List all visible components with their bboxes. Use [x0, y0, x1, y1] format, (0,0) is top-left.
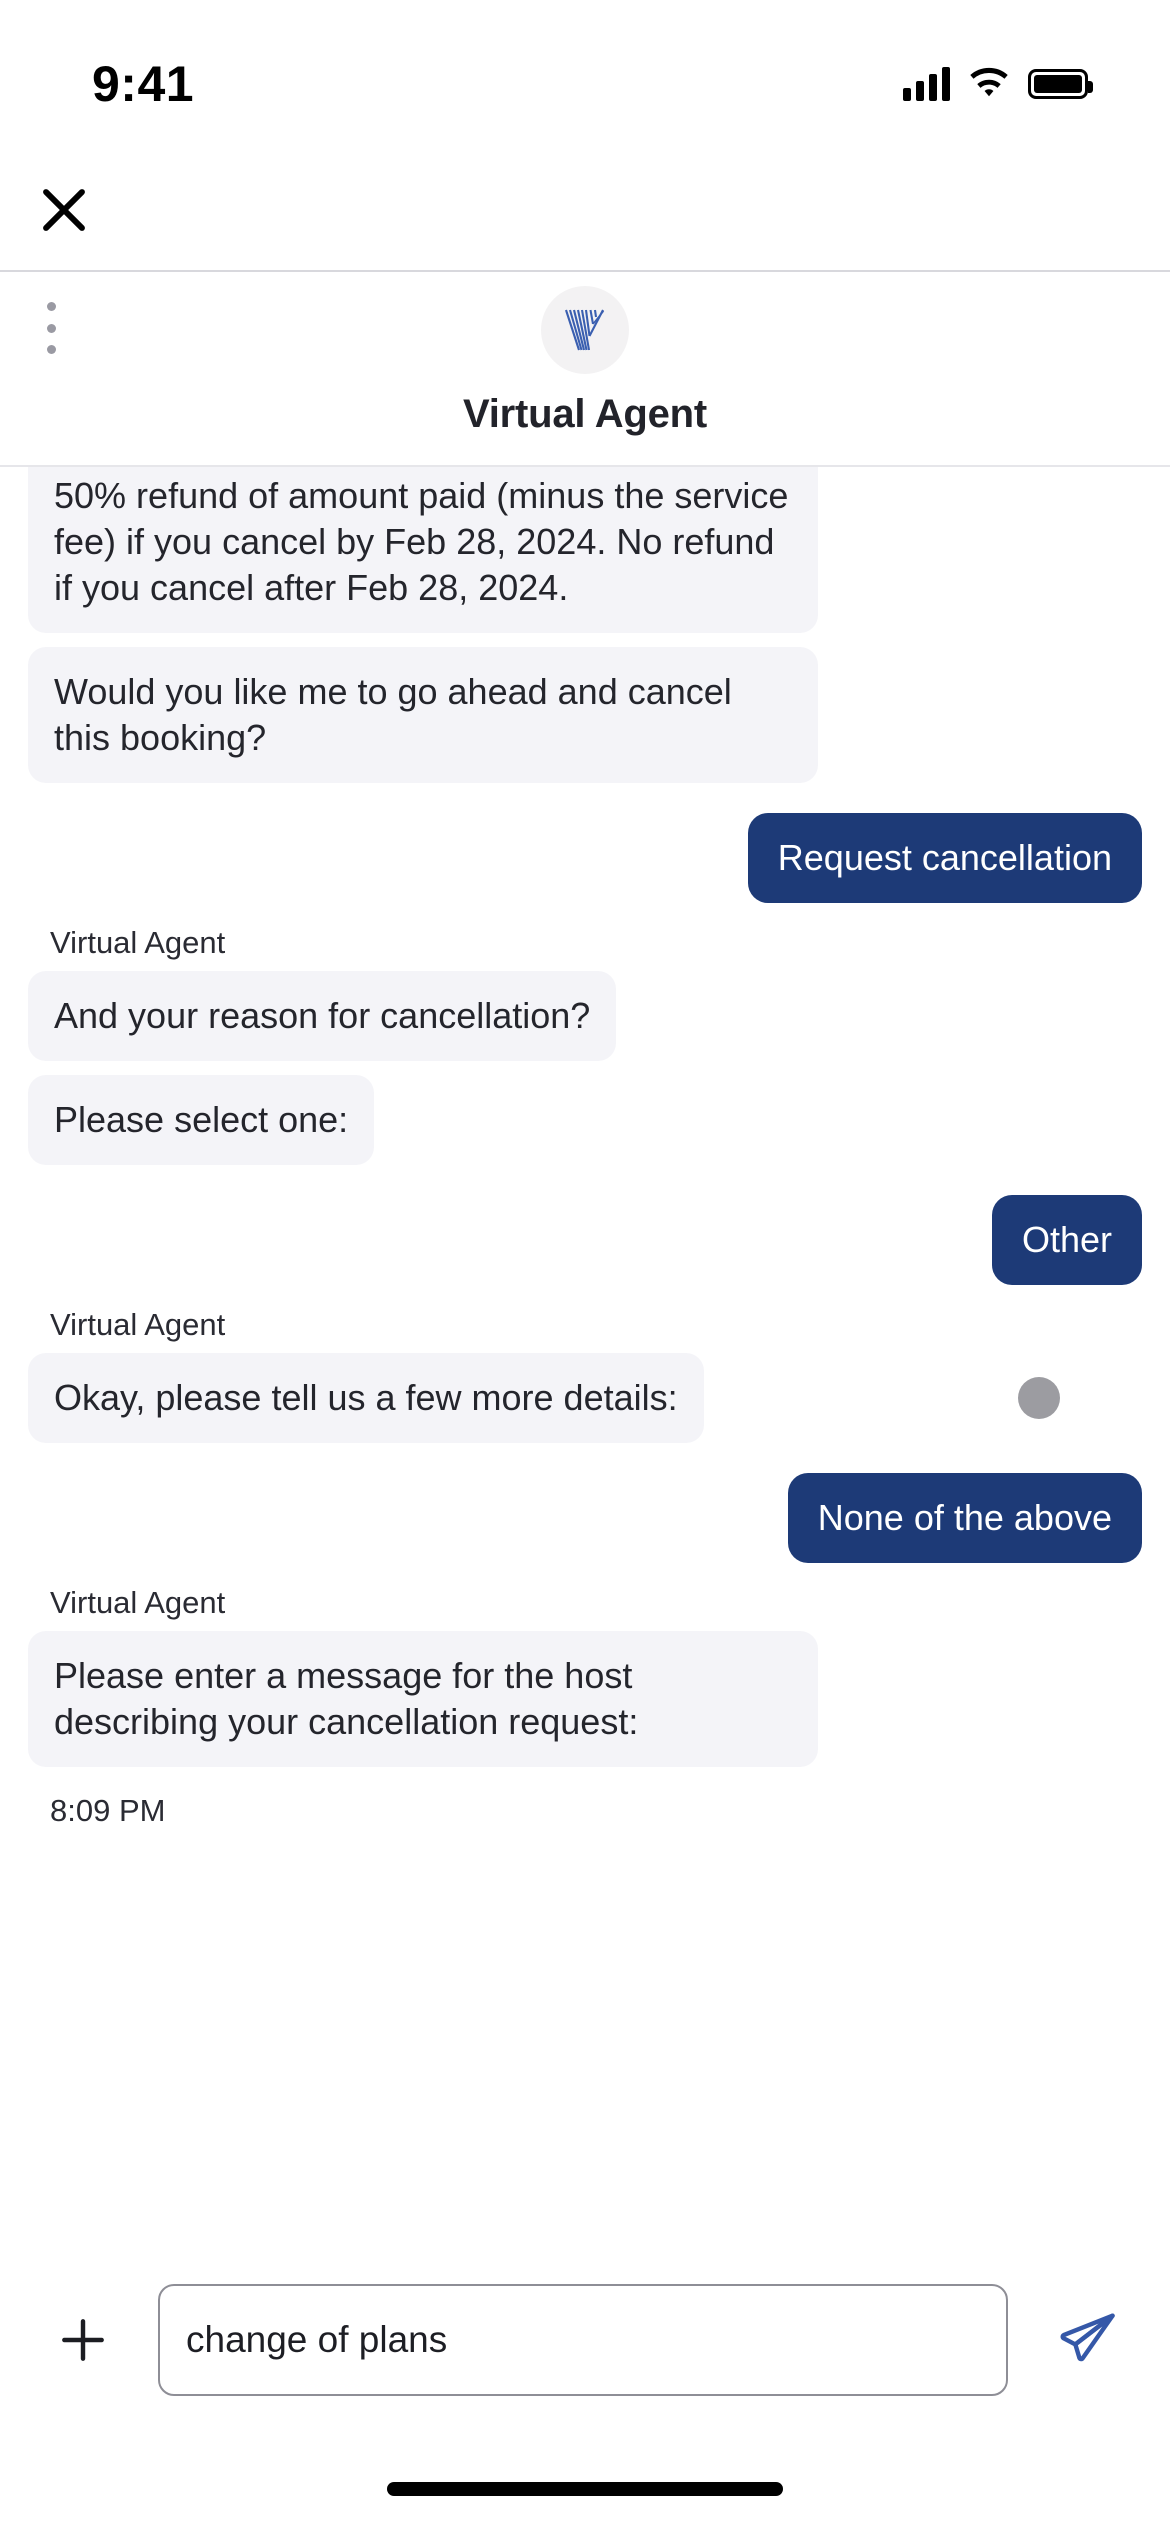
message-sender-label: Virtual Agent	[28, 925, 1142, 971]
home-indicator[interactable]	[387, 2482, 783, 2496]
message-sender-label: Virtual Agent	[28, 1585, 1142, 1631]
message-bubble-user[interactable]: None of the above	[787, 1473, 1142, 1563]
top-navigation-bar	[0, 150, 1170, 272]
vrbo-v-logo-icon	[565, 309, 605, 351]
message-bubble-user[interactable]: Request cancellation	[747, 813, 1142, 903]
chat-message-user: Request cancellation	[28, 813, 1142, 903]
chat-message-user: Other	[28, 1195, 1142, 1285]
chat-message-user: None of the above	[28, 1473, 1142, 1563]
status-indicator-dot	[1018, 1377, 1060, 1419]
status-bar-icons	[903, 67, 1093, 101]
message-bubble-user[interactable]: Other	[991, 1195, 1142, 1285]
chat-message-bot: Please select one:	[28, 1075, 1142, 1165]
cellular-signal-icon	[903, 67, 950, 101]
avatar	[541, 286, 629, 374]
home-indicator-area	[0, 2446, 1170, 2532]
message-timestamp: 8:09 PM	[50, 1793, 166, 1828]
chat-message-bot: 50% refund of amount paid (minus the ser…	[28, 467, 1142, 633]
message-input-wrapper	[158, 2284, 1008, 2396]
close-icon[interactable]	[28, 174, 100, 246]
message-composer	[0, 2234, 1170, 2446]
message-bubble: Would you like me to go ahead and cancel…	[28, 647, 818, 783]
phone-screen: 9:41 Virtual Agent 50% refund of amount …	[0, 0, 1170, 2532]
status-bar-time: 9:41	[92, 56, 195, 112]
plus-icon[interactable]	[40, 2297, 126, 2383]
message-bubble: Okay, please tell us a few more details:	[28, 1353, 704, 1443]
chat-message-bot: Please enter a message for the host desc…	[28, 1631, 1142, 1767]
chat-message-bot: Would you like me to go ahead and cancel…	[28, 647, 1142, 783]
message-bubble: Please enter a message for the host desc…	[28, 1631, 818, 1767]
message-bubble: And your reason for cancellation?	[28, 971, 617, 1061]
message-bubble: 50% refund of amount paid (minus the ser…	[28, 467, 818, 633]
sender-name: Virtual Agent	[50, 1307, 226, 1342]
sender-name: Virtual Agent	[50, 1585, 226, 1620]
battery-icon	[1028, 69, 1093, 99]
agent-header: Virtual Agent	[0, 272, 1170, 467]
chat-message-list[interactable]: 50% refund of amount paid (minus the ser…	[0, 467, 1170, 2234]
page-title: Virtual Agent	[462, 392, 708, 436]
send-paper-plane-icon[interactable]	[1042, 2294, 1134, 2386]
message-input[interactable]	[158, 2284, 1008, 2396]
wifi-icon	[970, 67, 1008, 97]
chat-message-bot: And your reason for cancellation?	[28, 971, 1142, 1061]
sender-name: Virtual Agent	[50, 925, 226, 960]
kebab-menu-icon[interactable]	[36, 298, 66, 358]
status-bar: 9:41	[0, 0, 1170, 150]
message-sender-label: Virtual Agent	[28, 1307, 1142, 1353]
message-bubble: Please select one:	[28, 1075, 375, 1165]
chat-message-bot: Okay, please tell us a few more details:	[28, 1353, 1142, 1443]
